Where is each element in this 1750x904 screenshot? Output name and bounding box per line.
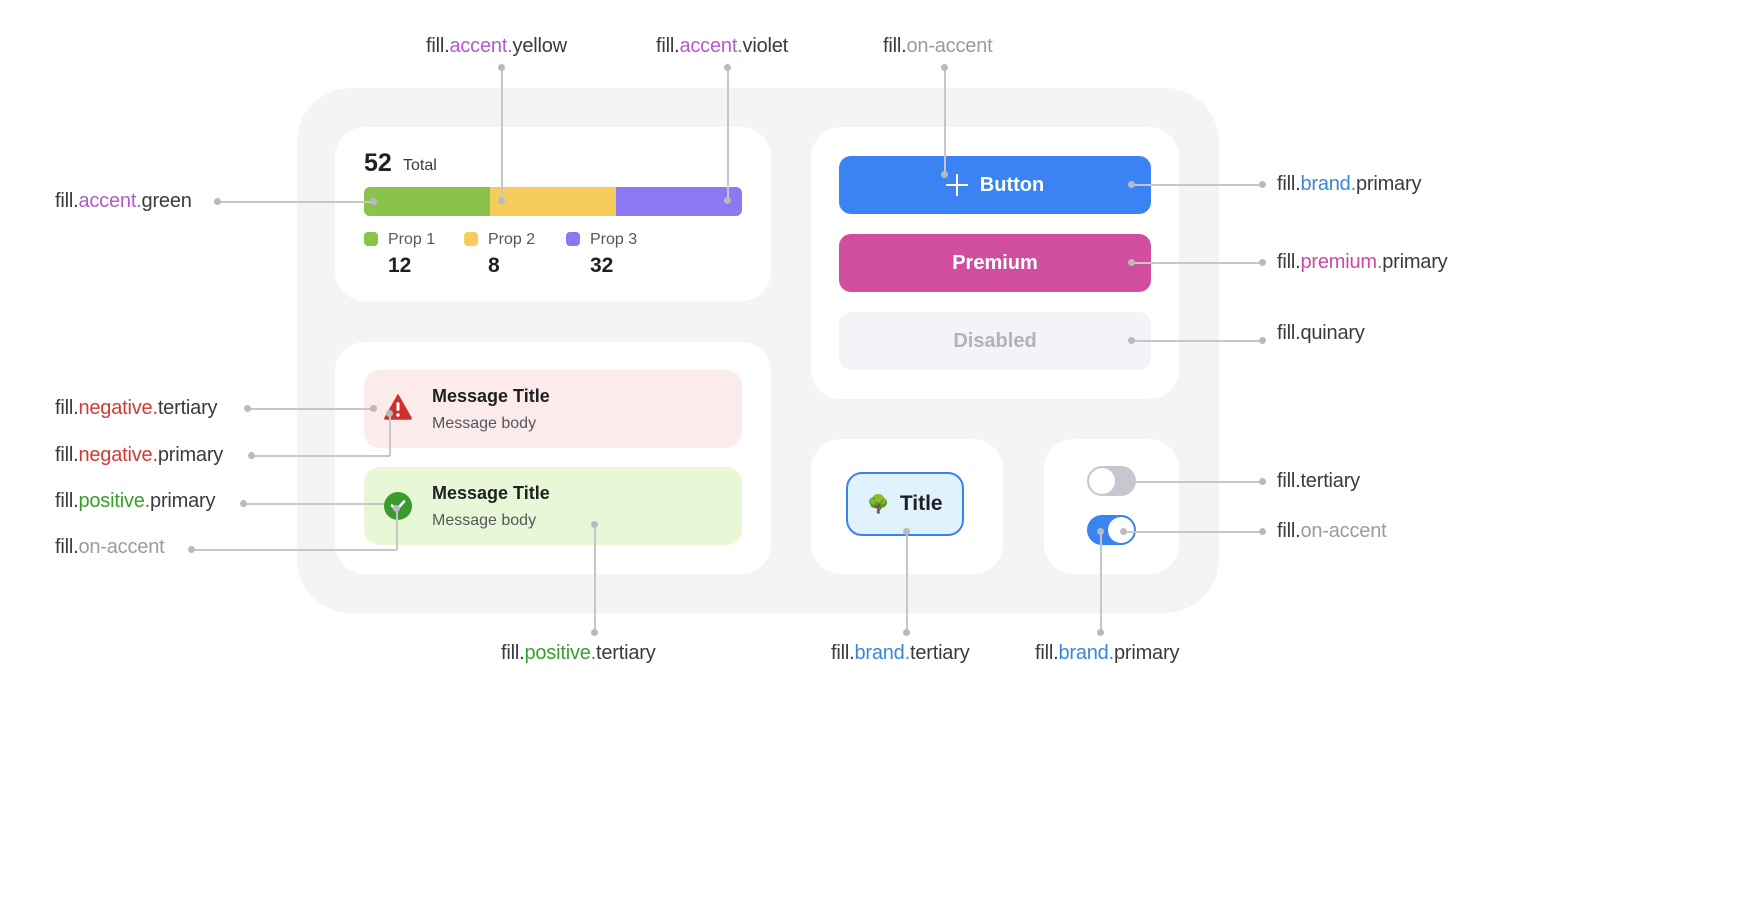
leader-line bbox=[594, 525, 596, 633]
total-label: Total bbox=[403, 157, 437, 174]
leader-dot bbox=[248, 452, 255, 459]
disabled-button-label: Disabled bbox=[953, 329, 1037, 352]
leader-dot bbox=[1259, 528, 1266, 535]
leader-dot bbox=[370, 405, 377, 412]
bar-segment-prop-3 bbox=[616, 187, 742, 216]
leader-dot bbox=[1097, 629, 1104, 636]
leader-line bbox=[1124, 531, 1262, 533]
legend-swatch-prop-3 bbox=[566, 232, 580, 246]
label-fill-negative-tertiary: fill.negative.tertiary bbox=[55, 397, 218, 419]
leader-line bbox=[244, 503, 384, 505]
primary-button[interactable]: Button bbox=[839, 156, 1151, 214]
label-fill-positive-primary: fill.positive.primary bbox=[55, 490, 216, 512]
leader-dot bbox=[1259, 337, 1266, 344]
leader-dot bbox=[1259, 259, 1266, 266]
label-fill-negative-primary: fill.negative.primary bbox=[55, 444, 224, 466]
leader-line bbox=[192, 549, 397, 551]
toggles-card bbox=[1044, 439, 1179, 574]
label-fill-brand-primary-bottom: fill.brand.primary bbox=[1035, 642, 1180, 664]
bar-segment-prop-2 bbox=[490, 187, 616, 216]
leader-dot bbox=[724, 197, 731, 204]
leader-line bbox=[252, 455, 390, 457]
leader-line bbox=[1132, 262, 1262, 264]
premium-button[interactable]: Premium bbox=[839, 234, 1151, 292]
label-fill-accent-violet: fill.accent.violet bbox=[656, 35, 789, 57]
leader-line bbox=[389, 413, 391, 456]
legend-value-prop-2: 8 bbox=[488, 254, 500, 277]
leader-line bbox=[218, 201, 374, 203]
label-fill-brand-primary-right: fill.brand.primary bbox=[1277, 173, 1422, 195]
bar-segment-prop-1 bbox=[364, 187, 490, 216]
legend-label-prop-3: Prop 3 bbox=[590, 231, 638, 248]
label-fill-brand-tertiary: fill.brand.tertiary bbox=[831, 642, 970, 664]
leader-dot bbox=[498, 197, 505, 204]
toggle-off[interactable] bbox=[1087, 466, 1136, 496]
leader-dot bbox=[1259, 181, 1266, 188]
label-fill-tertiary: fill.tertiary bbox=[1277, 470, 1360, 492]
leader-line bbox=[727, 68, 729, 200]
message-title: Message Title bbox=[432, 386, 550, 406]
message-body: Message body bbox=[432, 512, 537, 529]
leader-dot bbox=[386, 410, 393, 417]
leader-line bbox=[1136, 481, 1262, 483]
tree-icon: 🌳 bbox=[867, 493, 890, 514]
leader-dot bbox=[1128, 181, 1135, 188]
total-value: 52 bbox=[364, 149, 392, 177]
leader-dot bbox=[214, 198, 221, 205]
label-fill-on-accent-top: fill.on-accent bbox=[883, 35, 993, 57]
primary-button-label: Button bbox=[979, 173, 1045, 196]
leader-dot bbox=[1120, 528, 1127, 535]
title-chip[interactable]: 🌳 Title bbox=[846, 472, 964, 536]
leader-line bbox=[1132, 184, 1262, 186]
legend-swatch-prop-1 bbox=[364, 232, 378, 246]
positive-message: Message Title Message body bbox=[364, 467, 742, 545]
label-fill-accent-yellow: fill.accent.yellow bbox=[426, 35, 567, 57]
leader-dot bbox=[724, 64, 731, 71]
leader-dot bbox=[498, 64, 505, 71]
leader-dot bbox=[1097, 528, 1104, 535]
leader-dot bbox=[903, 629, 910, 636]
leader-dot bbox=[188, 546, 195, 553]
message-body: Message body bbox=[432, 415, 537, 432]
legend-value-prop-3: 32 bbox=[590, 254, 614, 277]
leader-line bbox=[248, 408, 374, 410]
leader-dot bbox=[903, 528, 910, 535]
toggle-knob bbox=[1089, 468, 1115, 494]
plus-icon bbox=[945, 174, 968, 196]
stacked-progress-bar bbox=[364, 187, 742, 216]
legend-label-prop-2: Prop 2 bbox=[488, 231, 536, 248]
leader-line bbox=[396, 508, 398, 550]
legend-value-prop-1: 12 bbox=[388, 254, 412, 277]
label-fill-premium-primary: fill.premium.primary bbox=[1277, 251, 1448, 273]
leader-dot bbox=[1128, 259, 1135, 266]
label-fill-on-accent-left: fill.on-accent bbox=[55, 536, 165, 558]
leader-dot bbox=[591, 629, 598, 636]
leader-dot bbox=[244, 405, 251, 412]
leader-dot bbox=[240, 500, 247, 507]
leader-dot bbox=[370, 198, 377, 205]
leader-line bbox=[1132, 340, 1262, 342]
leader-line bbox=[1100, 532, 1102, 633]
legend-label-prop-1: Prop 1 bbox=[388, 231, 436, 248]
negative-message: Message Title Message body bbox=[364, 370, 742, 448]
toggle-on[interactable] bbox=[1087, 515, 1136, 545]
disabled-button: Disabled bbox=[839, 312, 1151, 370]
leader-dot bbox=[1259, 478, 1266, 485]
label-fill-accent-green: fill.accent.green bbox=[55, 190, 192, 212]
leader-dot bbox=[1128, 337, 1135, 344]
legend-swatch-prop-2 bbox=[464, 232, 478, 246]
message-title: Message Title bbox=[432, 483, 550, 503]
leader-dot bbox=[393, 505, 400, 512]
label-fill-positive-tertiary: fill.positive.tertiary bbox=[501, 642, 656, 664]
leader-dot bbox=[591, 521, 598, 528]
chip-label: Title bbox=[899, 492, 943, 515]
label-fill-on-accent-right: fill.on-accent bbox=[1277, 520, 1387, 542]
premium-button-label: Premium bbox=[952, 251, 1038, 274]
leader-line bbox=[944, 68, 946, 176]
leader-line bbox=[501, 68, 503, 200]
leader-dot bbox=[941, 171, 948, 178]
label-fill-quinary: fill.quinary bbox=[1277, 322, 1365, 344]
leader-line bbox=[906, 531, 908, 633]
leader-dot bbox=[941, 64, 948, 71]
